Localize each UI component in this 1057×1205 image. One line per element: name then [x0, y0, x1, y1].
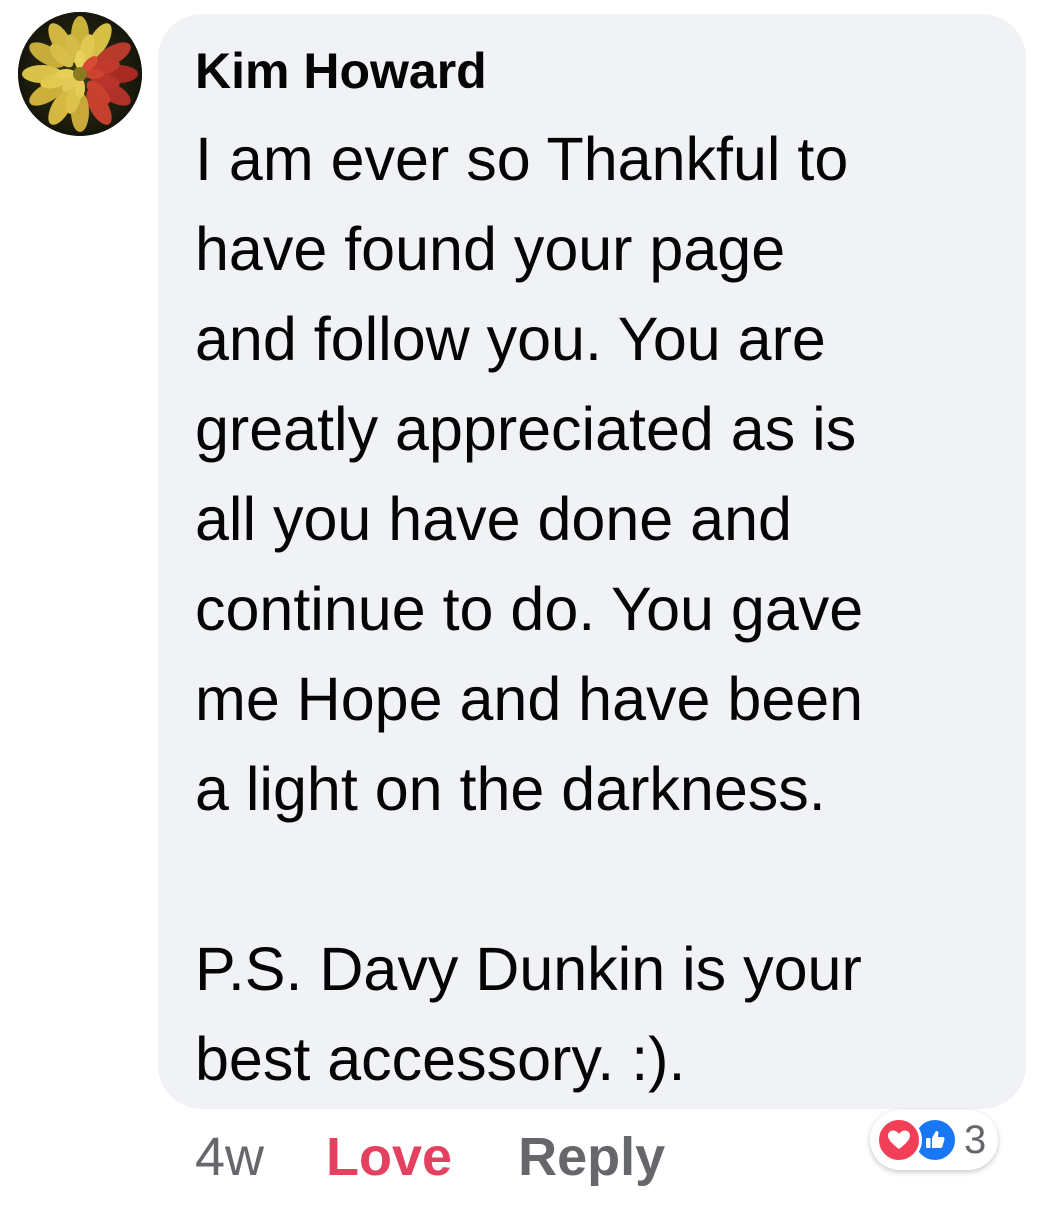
comment-ps-line: P.S. Davy Dunkin is your — [195, 935, 862, 1003]
comment-text-line: I am ever so Thankful to — [195, 125, 849, 193]
comment-text: I am ever so Thankful to have found your… — [195, 114, 1015, 1104]
love-button[interactable]: Love — [326, 1126, 452, 1188]
comment-text-line: me Hope and have been — [195, 665, 864, 733]
comment-container: Kim Howard I am ever so Thankful to have… — [0, 0, 1057, 1205]
comment-ps-line: best accessory. :). — [195, 1025, 686, 1093]
reply-button[interactable]: Reply — [518, 1126, 665, 1188]
comment-text-line: continue to do. You gave — [195, 575, 864, 643]
dahlia-flower-icon — [18, 12, 142, 136]
comment-actions: 4w Love Reply — [195, 1122, 665, 1192]
heart-icon — [876, 1117, 922, 1163]
reactions-summary[interactable]: 3 — [870, 1110, 999, 1170]
comment-text-line: all you have done and — [195, 485, 792, 553]
comment-text-line: a light on the darkness. — [195, 755, 826, 823]
comment-text-line: have found your page — [195, 215, 786, 283]
comment-timestamp[interactable]: 4w — [195, 1126, 264, 1188]
avatar[interactable] — [18, 12, 142, 136]
comment-text-line: and follow you. You are — [195, 305, 826, 373]
reaction-count: 3 — [964, 1117, 987, 1162]
comment-text-line: greatly appreciated as is — [195, 395, 857, 463]
comment-author[interactable]: Kim Howard — [195, 36, 487, 106]
